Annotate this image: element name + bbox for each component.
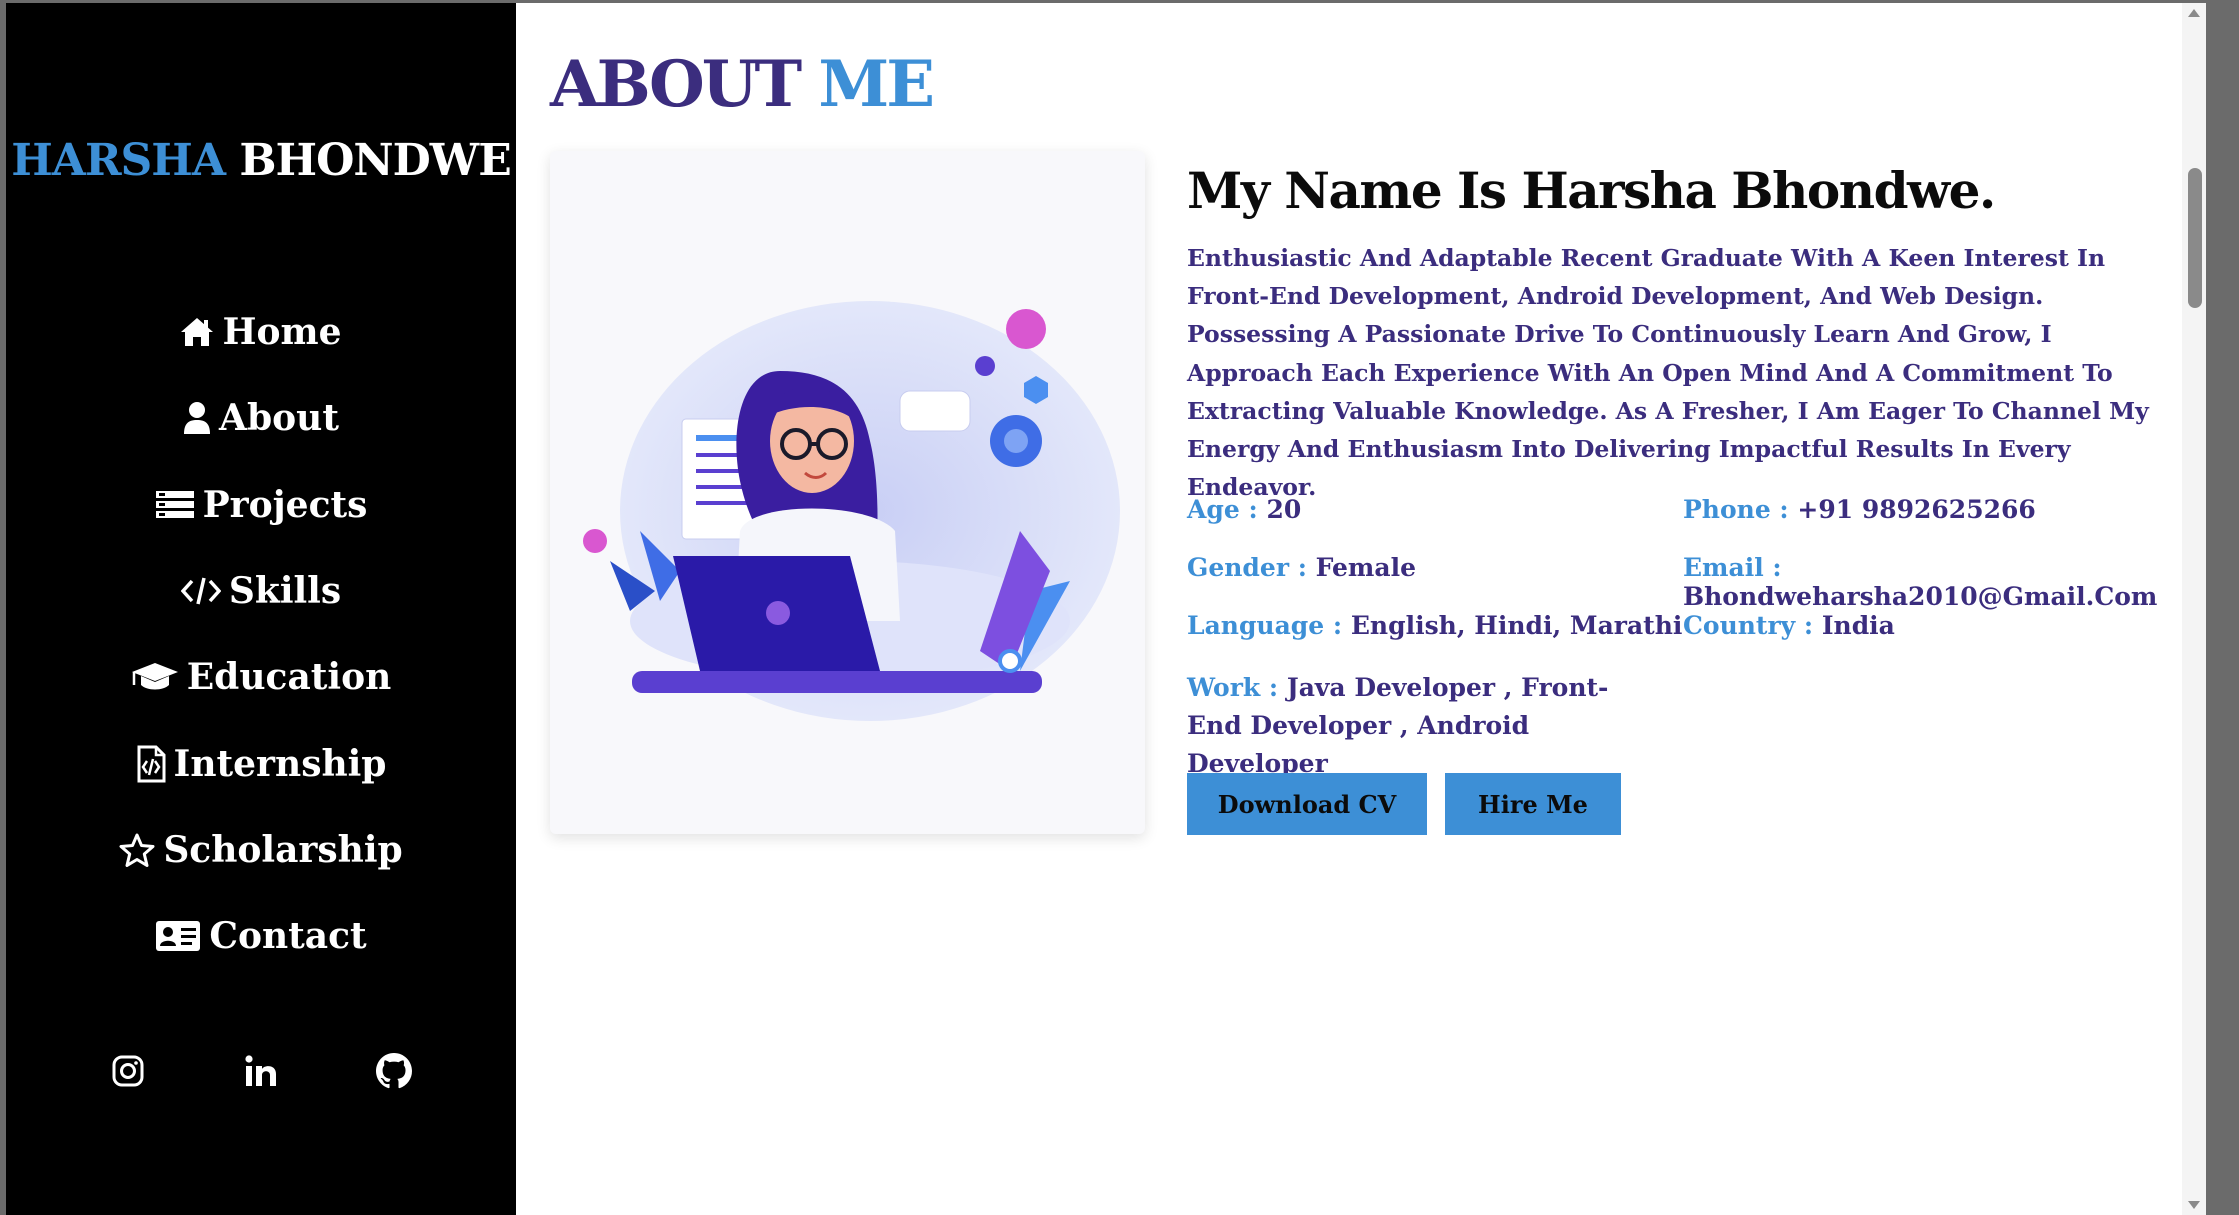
about-section: ABOUT ME My Name Is Harsha Bhondwe. Enth… bbox=[516, 3, 2206, 1215]
linkedin-icon bbox=[245, 1055, 276, 1086]
info-value: English, Hindi, Marathi bbox=[1350, 611, 1683, 640]
nav-label: Projects bbox=[202, 483, 368, 526]
info-language: Language : English, Hindi, Marathi bbox=[1187, 611, 1682, 640]
hire-me-button[interactable]: Hire Me bbox=[1445, 773, 1621, 835]
download-cv-button[interactable]: Download CV bbox=[1187, 773, 1427, 835]
nav-label: Contact bbox=[209, 915, 367, 958]
nav-item-about[interactable]: About bbox=[6, 375, 516, 461]
info-value: Female bbox=[1315, 553, 1416, 582]
info-age: Age : 20 bbox=[1187, 495, 1301, 524]
profile-bio: Enthusiastic And Adaptable Recent Gradua… bbox=[1187, 244, 2149, 502]
list-icon bbox=[155, 490, 194, 518]
info-value: India bbox=[1821, 611, 1895, 640]
user-icon bbox=[184, 402, 211, 435]
brand-first-name: HARSHA bbox=[11, 135, 226, 186]
profile-illustration bbox=[550, 151, 1145, 834]
brand-last-name: BHONDWE bbox=[239, 135, 511, 186]
nav-label: Skills bbox=[228, 570, 342, 613]
nav-item-home[interactable]: Home bbox=[6, 289, 516, 375]
nav-item-contact[interactable]: Contact bbox=[6, 893, 516, 979]
browser-viewport: HARSHA BHONDWE Home About Projects Skill… bbox=[6, 3, 2206, 1215]
star-icon bbox=[119, 833, 155, 867]
github-icon bbox=[376, 1053, 412, 1089]
info-label: Email : bbox=[1683, 553, 1782, 582]
info-value: +91 9892625266 bbox=[1797, 495, 2036, 524]
scroll-down-arrow-icon[interactable] bbox=[2188, 1201, 2200, 1209]
info-gender: Gender : Female bbox=[1187, 553, 1416, 582]
info-label: Language : bbox=[1187, 611, 1343, 640]
info-label: Work : bbox=[1187, 673, 1279, 702]
home-icon bbox=[181, 318, 214, 347]
heading-part-1: ABOUT bbox=[550, 47, 802, 122]
vertical-scrollbar[interactable] bbox=[2182, 3, 2206, 1215]
info-phone: Phone : +91 9892625266 bbox=[1683, 495, 2036, 524]
brand-logo[interactable]: HARSHA BHONDWE bbox=[6, 135, 516, 186]
info-value: 20 bbox=[1266, 495, 1302, 524]
woman-with-laptop-illustration bbox=[583, 301, 1120, 721]
code-icon bbox=[180, 577, 221, 605]
info-value: Bhondweharsha2010@Gmail.Com bbox=[1683, 582, 2158, 611]
instagram-link[interactable] bbox=[108, 1051, 148, 1091]
nav-label: Scholarship bbox=[163, 828, 403, 871]
sidebar: HARSHA BHONDWE Home About Projects Skill… bbox=[6, 3, 516, 1215]
nav-item-skills[interactable]: Skills bbox=[6, 548, 516, 634]
nav-item-scholarship[interactable]: Scholarship bbox=[6, 807, 516, 893]
code-file-icon bbox=[137, 745, 165, 783]
sidebar-nav: Home About Projects Skills Education Int… bbox=[6, 289, 516, 979]
info-label: Gender : bbox=[1187, 553, 1307, 582]
graduation-cap-icon bbox=[131, 663, 178, 690]
nav-item-internship[interactable]: Internship bbox=[6, 720, 516, 806]
github-link[interactable] bbox=[374, 1051, 414, 1091]
scroll-up-arrow-icon[interactable] bbox=[2188, 9, 2200, 17]
nav-label: Education bbox=[186, 656, 392, 699]
info-country: Country : India bbox=[1683, 611, 1895, 640]
info-label: Age : bbox=[1187, 495, 1258, 524]
id-card-icon bbox=[156, 921, 201, 952]
linkedin-link[interactable] bbox=[241, 1051, 281, 1091]
heading-part-2: ME bbox=[818, 47, 935, 122]
nav-item-education[interactable]: Education bbox=[6, 634, 516, 720]
info-label: Phone : bbox=[1683, 495, 1789, 524]
nav-label: Internship bbox=[173, 742, 387, 785]
nav-label: Home bbox=[222, 311, 342, 354]
scrollbar-thumb[interactable] bbox=[2188, 168, 2202, 308]
section-heading: ABOUT ME bbox=[550, 47, 935, 122]
nav-label: About bbox=[219, 397, 339, 440]
instagram-icon bbox=[112, 1055, 144, 1087]
info-email: Email : Bhondweharsha2010@Gmail.Com bbox=[1683, 553, 2206, 611]
nav-item-projects[interactable]: Projects bbox=[6, 462, 516, 548]
info-work: Work : Java Developer , Front-End Develo… bbox=[1187, 669, 1617, 783]
info-label: Country : bbox=[1683, 611, 1814, 640]
profile-name: My Name Is Harsha Bhondwe. bbox=[1187, 161, 1996, 220]
